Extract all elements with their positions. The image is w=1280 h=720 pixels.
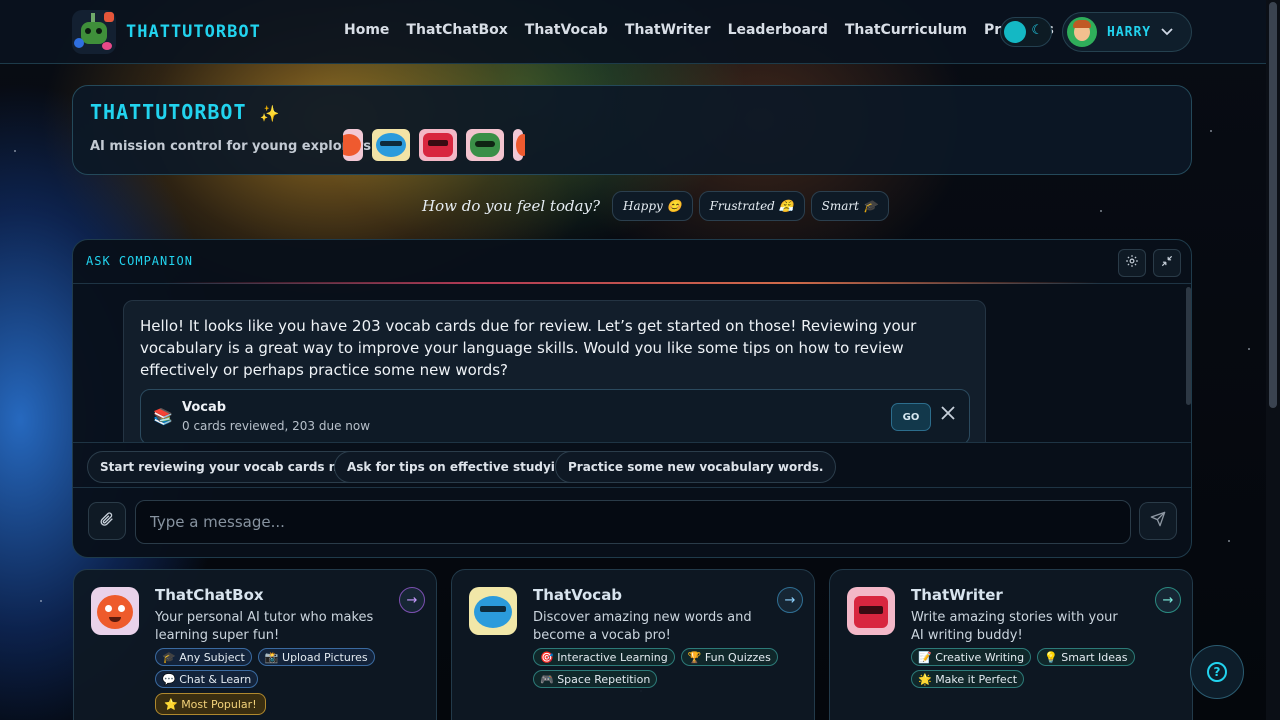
nav-leaderboard[interactable]: Leaderboard <box>728 22 828 38</box>
robot-partial-icon <box>513 129 525 161</box>
toggle-knob <box>1004 21 1026 43</box>
send-button[interactable] <box>1139 502 1177 540</box>
card-subtitle: 0 cards reviewed, 203 due now <box>182 419 371 433</box>
message-composer <box>73 489 1191 557</box>
robot-blue-icon <box>372 129 410 161</box>
minimize-icon <box>1160 254 1174 272</box>
user-menu-button[interactable]: HARRY <box>1062 12 1192 52</box>
feature-tags: 🎓 Any Subject 📸 Upload Pictures 💬 Chat &… <box>155 648 425 688</box>
suggestion-chip[interactable]: Ask for tips on effective studying. <box>334 451 590 483</box>
send-icon <box>1150 511 1166 531</box>
feature-tags: 🎯 Interactive Learning 🏆 Fun Quizzes 🎮 S… <box>533 648 803 688</box>
settings-button[interactable] <box>1118 249 1146 277</box>
mood-happy-button[interactable]: Happy 😊 <box>612 191 693 221</box>
robot-logo-icon <box>72 10 116 54</box>
nav-thatchatbox[interactable]: ThatChatBox <box>406 22 507 38</box>
chat-messages[interactable]: Hello! It looks like you have 203 vocab … <box>73 285 1191 442</box>
chatbox-robot-icon <box>91 587 139 635</box>
feature-tag: 📸 Upload Pictures <box>257 648 375 666</box>
message-text: Hello! It looks like you have 203 vocab … <box>140 317 917 379</box>
feature-tag: 🏆 Fun Quizzes <box>680 648 778 666</box>
books-icon: 📚 <box>153 407 173 426</box>
hero-title: THATTUTORBOT ✨ <box>90 100 281 124</box>
hero-subtitle: AI mission control for young explorers <box>90 139 372 154</box>
mood-label: How do you feel today? <box>422 197 601 215</box>
ask-companion-panel: ASK COMPANION Hello! It looks like you h… <box>72 239 1192 558</box>
close-icon[interactable] <box>941 404 955 425</box>
chevron-down-icon <box>1161 25 1173 39</box>
feature-tag: 🎓 Any Subject <box>155 648 252 666</box>
feature-tag: 📝 Creative Writing <box>911 648 1032 666</box>
feature-card-thatwriter[interactable]: ThatWriter Write amazing stories with yo… <box>829 569 1193 720</box>
feature-description: Write amazing stories with your AI writi… <box>911 610 1118 643</box>
page-scrollbar[interactable] <box>1266 0 1280 720</box>
feature-description: Your personal AI tutor who makes learnin… <box>155 610 374 643</box>
most-popular-badge: ⭐ Most Popular! <box>155 693 266 715</box>
nav-thatcurriculum[interactable]: ThatCurriculum <box>845 22 967 38</box>
robot-red-icon <box>419 129 457 161</box>
message-input[interactable] <box>135 500 1131 544</box>
attach-button[interactable] <box>88 502 126 540</box>
feature-title: ThatChatBox <box>155 586 264 604</box>
nav-links: Home ThatChatBox ThatVocab ThatWriter Le… <box>344 22 1071 38</box>
sparkle-icon: ✨ <box>259 104 281 123</box>
feature-tag: 🎯 Interactive Learning <box>533 648 675 666</box>
vocab-card: 📚 Vocab 0 cards reviewed, 203 due now GO <box>140 389 970 442</box>
feature-tags: 📝 Creative Writing 💡 Smart Ideas 🌟 Make … <box>911 648 1181 688</box>
card-title: Vocab <box>182 400 227 415</box>
suggestion-chip[interactable]: Start reviewing your vocab cards now! <box>87 451 376 483</box>
feature-title: ThatWriter <box>911 586 1003 604</box>
frustrated-emoji-icon: 😤 <box>778 199 794 213</box>
question-icon: ? <box>1207 662 1227 682</box>
go-button[interactable]: GO <box>891 403 931 431</box>
nav-thatvocab[interactable]: ThatVocab <box>525 22 608 38</box>
arrow-right-icon[interactable]: → <box>1155 587 1181 613</box>
companion-header: ASK COMPANION <box>73 240 1191 284</box>
vocab-robot-icon <box>469 587 517 635</box>
suggestion-chip[interactable]: Practice some new vocabulary words. <box>555 451 837 483</box>
writer-robot-icon <box>847 587 895 635</box>
brand-name: THATTUTORBOT <box>126 22 261 42</box>
mood-selector: How do you feel today? Happy 😊 Frustrate… <box>422 191 895 221</box>
feature-tag: 💬 Chat & Learn <box>155 670 259 688</box>
header-glow-line <box>163 282 1101 284</box>
hero-banner: THATTUTORBOT ✨ AI mission control for yo… <box>72 85 1192 175</box>
feature-description: Discover amazing new words and become a … <box>533 610 752 643</box>
feature-tag: 💡 Smart Ideas <box>1037 648 1135 666</box>
grad-cap-emoji-icon: 🎓 <box>862 199 878 213</box>
arrow-right-icon[interactable]: → <box>399 587 425 613</box>
robot-green-icon <box>466 129 504 161</box>
scrollbar-thumb[interactable] <box>1269 2 1277 408</box>
paperclip-icon <box>99 511 115 531</box>
nav-home[interactable]: Home <box>344 22 389 38</box>
top-navbar: THATTUTORBOT Home ThatChatBox ThatVocab … <box>0 0 1266 64</box>
mood-smart-button[interactable]: Smart 🎓 <box>810 191 889 221</box>
mood-frustrated-button[interactable]: Frustrated 😤 <box>698 191 805 221</box>
brand[interactable]: THATTUTORBOT <box>72 10 261 54</box>
nav-thatwriter[interactable]: ThatWriter <box>625 22 711 38</box>
feature-card-thatvocab[interactable]: ThatVocab Discover amazing new words and… <box>451 569 815 720</box>
user-name: HARRY <box>1107 24 1152 40</box>
feature-tag: 🌟 Make it Perfect <box>911 670 1025 688</box>
smile-emoji-icon: 😊 <box>666 199 682 213</box>
robot-carousel <box>343 129 525 161</box>
feature-card-thatchatbox[interactable]: ThatChatBox Your personal AI tutor who m… <box>73 569 437 720</box>
companion-title: ASK COMPANION <box>86 254 193 268</box>
assistant-message: Hello! It looks like you have 203 vocab … <box>123 300 986 442</box>
avatar <box>1067 17 1097 47</box>
feature-tag: 🎮 Space Repetition <box>533 670 658 688</box>
collapse-button[interactable] <box>1153 249 1181 277</box>
gear-icon <box>1125 254 1139 272</box>
arrow-right-icon[interactable]: → <box>777 587 803 613</box>
robot-orange-icon <box>343 129 363 161</box>
feature-title: ThatVocab <box>533 586 623 604</box>
chat-scrollbar[interactable] <box>1186 287 1191 405</box>
theme-toggle[interactable]: ☾ <box>1000 17 1052 47</box>
suggestion-chips: Start reviewing your vocab cards now! As… <box>73 442 1191 488</box>
moon-icon: ☾ <box>1031 23 1043 38</box>
help-button[interactable]: ? <box>1190 645 1244 699</box>
